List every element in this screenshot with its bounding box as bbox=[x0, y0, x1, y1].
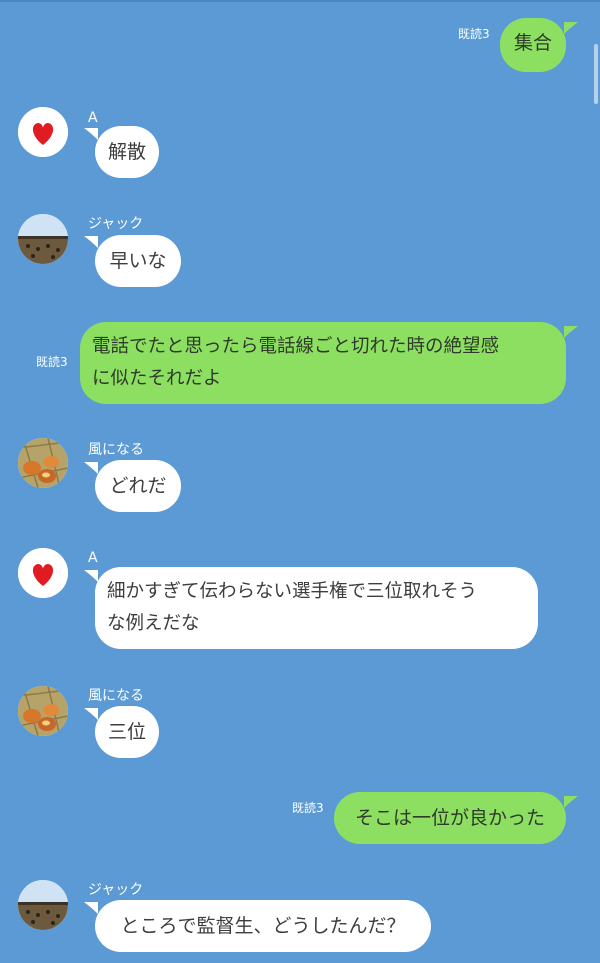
stadium-icon bbox=[18, 880, 68, 930]
chat-log[interactable]: 既読3 集合 A 解散 ジャック 早いな 既読3 電話でたと思ったら電話線ごと切… bbox=[0, 0, 600, 963]
message-bubble[interactable]: 解散 bbox=[95, 126, 159, 178]
read-receipt: 既読3 bbox=[458, 27, 490, 41]
sender-name: ジャック bbox=[88, 882, 144, 898]
egg-nest-icon bbox=[18, 438, 68, 488]
sender-name: A bbox=[88, 110, 98, 126]
heart-avatar[interactable] bbox=[18, 107, 68, 157]
bubble-tail bbox=[564, 796, 578, 808]
message-bubble[interactable]: 早いな bbox=[95, 235, 181, 287]
message-bubble[interactable]: 細かすぎて伝わらない選手権で三位取れそう な例えだな bbox=[95, 567, 538, 649]
heart-icon bbox=[18, 548, 68, 598]
stadium-avatar[interactable] bbox=[18, 880, 68, 930]
egg-nest-avatar[interactable] bbox=[18, 686, 68, 736]
read-receipt: 既読3 bbox=[292, 801, 324, 815]
message-bubble[interactable]: ところで監督生、どうしたんだ？ bbox=[95, 900, 431, 952]
message-bubble[interactable]: どれだ bbox=[95, 460, 181, 512]
bubble-tail bbox=[564, 22, 578, 34]
bubble-tail bbox=[84, 708, 98, 720]
read-receipt: 既読3 bbox=[36, 355, 68, 369]
message-bubble[interactable]: 集合 bbox=[500, 18, 566, 72]
bubble-tail bbox=[84, 902, 98, 914]
message-bubble[interactable]: そこは一位が良かった bbox=[334, 792, 566, 844]
sender-name: 風になる bbox=[88, 442, 144, 458]
stadium-icon bbox=[18, 214, 68, 264]
message-bubble[interactable]: 三位 bbox=[95, 706, 159, 758]
bubble-tail bbox=[84, 462, 98, 474]
stadium-avatar[interactable] bbox=[18, 214, 68, 264]
sender-name: ジャック bbox=[88, 216, 144, 232]
scrollbar[interactable] bbox=[594, 44, 598, 104]
bubble-tail bbox=[84, 128, 98, 140]
sender-name: A bbox=[88, 550, 98, 566]
bubble-tail bbox=[84, 236, 98, 248]
sender-name: 風になる bbox=[88, 688, 144, 704]
heart-avatar[interactable] bbox=[18, 548, 68, 598]
heart-icon bbox=[18, 107, 68, 157]
bubble-tail bbox=[84, 570, 98, 582]
message-bubble[interactable]: 電話でたと思ったら電話線ごと切れた時の絶望感 に似たそれだよ bbox=[80, 322, 566, 404]
top-border bbox=[0, 0, 600, 2]
bubble-tail bbox=[564, 326, 578, 338]
egg-nest-avatar[interactable] bbox=[18, 438, 68, 488]
egg-nest-icon bbox=[18, 686, 68, 736]
